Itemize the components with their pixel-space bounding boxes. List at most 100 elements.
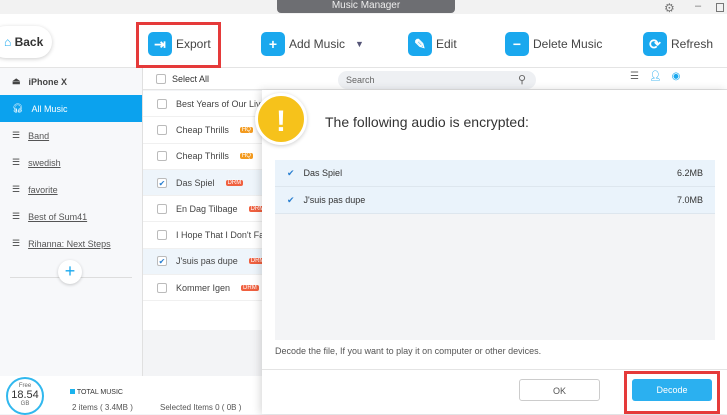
search-placeholder: Search bbox=[346, 75, 375, 85]
headphones-icon: 🎧︎ bbox=[12, 103, 24, 113]
playlist-icon: ☰ bbox=[12, 211, 21, 221]
song-row[interactable]: En Dag Tilbage DRM bbox=[143, 196, 275, 223]
sidebar-item-playlist[interactable]: ☰ favorite bbox=[0, 176, 142, 203]
sidebar-item-playlist[interactable]: ☰ Best of Sum41 bbox=[0, 203, 142, 230]
song-row[interactable]: ✔ J'suis pas dupe DRM bbox=[143, 248, 275, 276]
list-view-icon[interactable]: ☰ bbox=[630, 71, 639, 82]
checkbox[interactable] bbox=[157, 282, 167, 293]
chevron-down-icon[interactable]: ▼ bbox=[355, 39, 364, 49]
add-music-button[interactable]: + Add Music ▼ bbox=[261, 32, 364, 56]
export-label: Export bbox=[176, 37, 211, 51]
checkbox bbox=[156, 74, 166, 84]
add-playlist-button[interactable]: + bbox=[58, 260, 82, 284]
song-title: Cheap Thrills bbox=[176, 151, 229, 162]
device-selector[interactable]: ⏏ iPhone X bbox=[0, 68, 142, 95]
sidebar: ⏏ iPhone X 🎧︎ All Music ☰ Band ☰ swedish ☰ fa… bbox=[0, 68, 143, 414]
delete-music-icon: − bbox=[505, 32, 529, 56]
file-size: 7.0MB bbox=[676, 195, 703, 205]
check-icon: ✔ bbox=[287, 194, 295, 205]
song-row[interactable]: I Hope That I Don't Fa bbox=[143, 222, 275, 249]
search-icon: ⚲ bbox=[517, 74, 526, 86]
checkbox[interactable] bbox=[157, 203, 167, 214]
search-input[interactable]: Search ⚲ bbox=[338, 71, 536, 89]
sidebar-item-label: Best of Sum41 bbox=[28, 211, 88, 222]
sidebar-item-label: Band bbox=[28, 130, 50, 141]
sidebar-item-playlist[interactable]: ☰ Rihanna: Next Steps bbox=[0, 230, 142, 257]
sidebar-item-label: Rihanna: Next Steps bbox=[28, 238, 111, 249]
view-toggles: ☰ 👤︎ ◉ bbox=[630, 71, 680, 82]
playlist-icon: ☰ bbox=[12, 184, 21, 194]
song-row[interactable]: Cheap ThrillsHQMP3 bbox=[143, 144, 275, 170]
sidebar-item-all-music[interactable]: 🎧︎ All Music bbox=[0, 95, 142, 122]
checkbox[interactable]: ✔ bbox=[157, 256, 167, 267]
export-button[interactable]: ⇥ Export bbox=[148, 32, 211, 56]
back-label: Back bbox=[14, 35, 44, 49]
playlist-icon: ☰ bbox=[12, 238, 21, 248]
window-title: Music Manager bbox=[277, 0, 455, 13]
refresh-button[interactable]: ⟳ Refresh bbox=[643, 32, 713, 56]
file-name: Das Spiel bbox=[303, 168, 343, 178]
song-title: En Dag Tilbage bbox=[176, 203, 238, 214]
song-title: I Hope That I Don't Fa bbox=[176, 230, 265, 241]
song-title: Kommer Igen bbox=[176, 282, 231, 293]
delete-music-label: Delete Music bbox=[533, 37, 603, 51]
song-title: Cheap Thrills bbox=[176, 124, 229, 135]
select-all-checkbox[interactable]: Select All bbox=[156, 74, 209, 84]
device-name: iPhone X bbox=[28, 76, 68, 87]
export-icon: ⇥ bbox=[148, 32, 172, 56]
edit-icon: ✎ bbox=[408, 32, 432, 56]
refresh-label: Refresh bbox=[671, 37, 714, 51]
checkbox[interactable]: ✔ bbox=[157, 177, 167, 188]
checkbox[interactable] bbox=[157, 98, 167, 109]
edit-button[interactable]: ✎ Edit bbox=[408, 32, 457, 56]
file-name: J'suis pas dupe bbox=[303, 195, 366, 205]
file-row[interactable]: ✔ J'suis pas dupe 7.0MB bbox=[275, 187, 715, 214]
add-music-icon: + bbox=[261, 32, 285, 56]
song-title: J'suis pas dupe bbox=[176, 256, 238, 267]
selected-count: Selected Items 0 ( 0B ) bbox=[160, 403, 242, 412]
album-view-icon[interactable]: ◉ bbox=[672, 71, 681, 82]
file-size: 6.2MB bbox=[676, 168, 703, 178]
free-value: 18.54 bbox=[11, 389, 39, 401]
drm-badge: DRM bbox=[241, 284, 259, 291]
encrypted-file-list: ✔ Das Spiel 6.2MB ✔ J'suis pas dupe 7.0MB bbox=[275, 160, 715, 340]
checkbox[interactable] bbox=[157, 124, 167, 135]
artist-view-icon[interactable]: 👤︎ bbox=[649, 71, 662, 82]
sidebar-item-playlist[interactable]: ☰ Band bbox=[0, 122, 142, 149]
settings-icon[interactable]: ⚙ bbox=[664, 1, 675, 15]
decode-button[interactable]: Decode bbox=[632, 379, 712, 401]
playlist-icon: ☰ bbox=[12, 157, 21, 167]
file-row[interactable]: ✔ Das Spiel 6.2MB bbox=[275, 160, 715, 187]
sidebar-item-label: All Music bbox=[31, 103, 68, 114]
checkbox[interactable] bbox=[157, 151, 167, 162]
song-title: Das Spiel bbox=[176, 177, 215, 188]
eject-icon: ⏏ bbox=[12, 76, 21, 86]
total-label: TOTAL MUSIC bbox=[76, 389, 123, 396]
hq-badge: HQ bbox=[239, 153, 253, 160]
playlist-icon: ☰ bbox=[12, 130, 21, 140]
warning-icon: ! bbox=[255, 93, 307, 145]
items-count: 2 items ( 3.4MB ) bbox=[72, 403, 133, 412]
sidebar-item-label: favorite bbox=[28, 184, 58, 195]
song-row[interactable]: ✔ Das Spiel DRM bbox=[143, 169, 275, 197]
divider bbox=[262, 369, 727, 370]
dialog-title: The following audio is encrypted: bbox=[325, 114, 529, 130]
minimize-button[interactable]: – bbox=[695, 0, 701, 12]
select-all-label: Select All bbox=[172, 74, 210, 84]
delete-music-button[interactable]: − Delete Music bbox=[505, 32, 602, 56]
song-row[interactable]: Kommer Igen DRM bbox=[143, 275, 275, 302]
free-space-gauge: Free 18.54 GB bbox=[6, 377, 44, 415]
song-title: Best Years of Our Liv bbox=[176, 98, 261, 109]
sidebar-item-label: swedish bbox=[28, 157, 61, 168]
refresh-icon: ⟳ bbox=[643, 32, 667, 56]
ok-button[interactable]: OK bbox=[519, 379, 600, 401]
back-button[interactable]: ⌂ Back bbox=[0, 26, 52, 58]
total-music-label: TOTAL MUSIC bbox=[70, 389, 123, 396]
add-music-label: Add Music bbox=[289, 37, 346, 51]
dialog-note: Decode the file, If you want to play it … bbox=[275, 346, 542, 356]
maximize-button[interactable] bbox=[716, 3, 724, 12]
sidebar-item-playlist[interactable]: ☰ swedish bbox=[0, 149, 142, 176]
checkbox[interactable] bbox=[157, 230, 167, 241]
edit-label: Edit bbox=[436, 37, 457, 51]
hq-badge: HQ bbox=[239, 126, 253, 133]
